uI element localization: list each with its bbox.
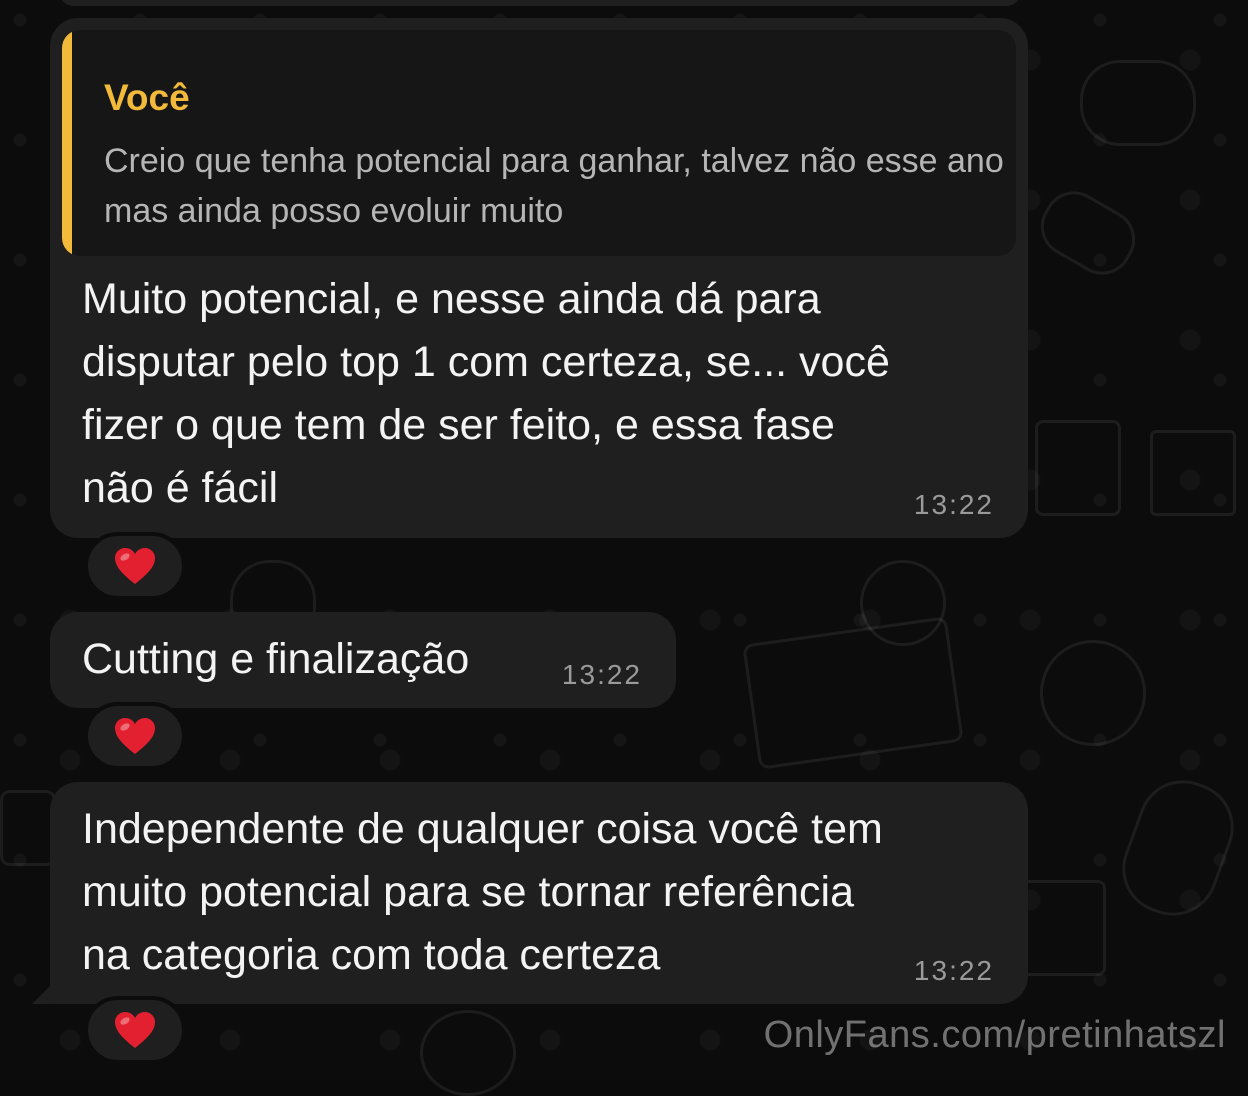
message-text: Muito potencial, e nesse ainda dá para d… [82, 268, 1002, 520]
message-timestamp: 13:22 [913, 955, 994, 986]
heart-icon [113, 716, 157, 756]
message-bubble[interactable]: Você Creio que tenha potencial para ganh… [50, 18, 1028, 538]
message-line: não é fácil [82, 464, 279, 512]
doodle-shape [1040, 640, 1146, 746]
message-line: na categoria com toda certeza [82, 931, 661, 979]
message-line: Independente de qualquer coisa você tem [82, 805, 883, 853]
doodle-shape [1035, 420, 1121, 516]
watermark-text: OnlyFans.com/pretinhatszl [763, 1014, 1226, 1056]
message-line: disputar pelo top 1 com certeza, se... v… [82, 338, 890, 386]
quote-accent-bar [62, 30, 72, 256]
quote-text: Creio que tenha potencial para ganhar, t… [104, 142, 1004, 230]
message-bubble[interactable]: Independente de qualquer coisa você tem … [50, 782, 1028, 1004]
message-text: Independente de qualquer coisa você tem … [82, 798, 1002, 987]
reply-quote[interactable]: Você Creio que tenha potencial para ganh… [62, 30, 1016, 256]
heart-icon [113, 1010, 157, 1050]
doodle-shape [230, 560, 316, 616]
message-line: Cutting e finalização [82, 635, 470, 683]
message-timestamp: 13:22 [913, 489, 994, 520]
message-bubble[interactable]: Cutting e finalização 13:22 [50, 612, 676, 708]
previous-message-bubble [60, 0, 1020, 6]
quote-author: Você [104, 77, 190, 118]
doodle-shape [1080, 60, 1196, 146]
reaction-badge[interactable] [84, 996, 186, 1064]
reaction-badge[interactable] [84, 532, 186, 600]
doodle-shape [1029, 180, 1147, 286]
message-timestamp: 13:22 [561, 659, 642, 690]
message-line: Muito potencial, e nesse ainda dá para [82, 275, 821, 323]
heart-icon [113, 546, 157, 586]
doodle-shape [0, 790, 56, 866]
message-text: Cutting e finalização [82, 628, 469, 691]
message-line: muito potencial para se tornar referênci… [82, 868, 855, 916]
reaction-badge[interactable] [84, 702, 186, 770]
doodle-shape [420, 1010, 516, 1096]
message-line: fizer o que tem de ser feito, e essa fas… [82, 401, 835, 449]
doodle-shape [742, 616, 964, 770]
doodle-shape [1109, 767, 1247, 929]
doodle-shape [1150, 430, 1236, 516]
